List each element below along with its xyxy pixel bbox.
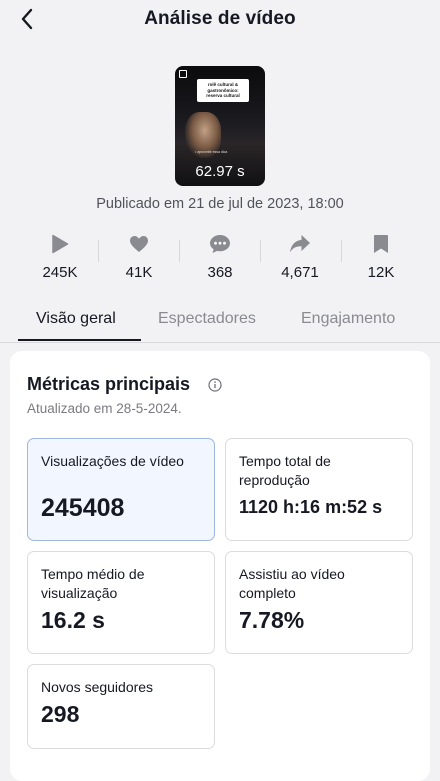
stat-saves: 12K [337,230,425,286]
metric-label: Assistiu ao vídeo completo [239,566,345,601]
updated-date: Atualizado em 28-5-2024. [27,401,182,416]
metric-label: Tempo médio de visualização [41,566,145,601]
metric-card-video-views[interactable]: Visualizações de vídeo 245408 [27,438,215,541]
bookmark-icon [369,232,393,256]
tab-viewers[interactable]: Espectadores [158,310,256,328]
share-icon [288,232,312,256]
metric-value: 298 [41,701,80,727]
tab-bar: Visão geral Espectadores Engajamento [0,300,440,343]
heart-icon [127,232,151,256]
metric-value: 7.78% [239,607,305,633]
top-bar: Análise de vídeo [0,0,440,40]
metric-card-average-watch-time[interactable]: Tempo médio de visualização 16.2 s [27,551,215,654]
stat-value: 368 [207,264,233,281]
video-duration: 62.97 s [195,163,245,180]
thumbnail-caption: • aproveite essa dica [195,150,228,154]
metric-value: 245408 [41,494,125,522]
metric-label: Novos seguidores [41,679,154,695]
stat-shares: 4,671 [256,230,344,286]
stat-value: 245K [42,264,78,281]
stat-comments: 368 [176,230,264,286]
stat-likes: 41K [95,230,183,286]
tab-engagement[interactable]: Engajamento [301,310,395,328]
metric-label: Tempo total de reprodução [239,453,331,488]
engagement-stats: 245K 41K 368 4,671 12K [0,230,440,286]
video-thumbnail[interactable]: rolê cultural & gastronômico: reserva cu… [175,66,265,186]
stat-value: 4,671 [281,264,319,281]
stat-value: 12K [367,264,395,281]
published-date: Publicado em 21 de jul de 2023, 18:00 [96,196,344,212]
play-icon [48,232,72,256]
metric-value: 16.2 s [41,607,105,633]
thumbnail-sticker-text: rolê cultural & gastronômico: reserva cu… [197,79,249,102]
tab-overview[interactable]: Visão geral [36,310,116,328]
metric-card-total-play-time[interactable]: Tempo total de reprodução 1120 h:16 m:52… [225,438,413,541]
metric-card-watched-full-video[interactable]: Assistiu ao vídeo completo 7.78% [225,551,413,654]
page-title: Análise de vídeo [144,8,296,29]
info-icon[interactable] [208,378,222,392]
section-title: Métricas principais [27,374,191,394]
stat-plays: 245K [16,230,104,286]
comment-icon [208,232,232,256]
metric-value: 1120 h:16 m:52 s [239,497,383,517]
stat-value: 41K [125,264,153,281]
metric-card-new-followers[interactable]: Novos seguidores 298 [27,664,215,749]
metric-label: Visualizações de vídeo [41,453,184,469]
metrics-panel: Métricas principais Atualizado em 28-5-2… [10,351,430,781]
active-tab-indicator [18,339,141,341]
app-badge-icon [179,70,187,78]
